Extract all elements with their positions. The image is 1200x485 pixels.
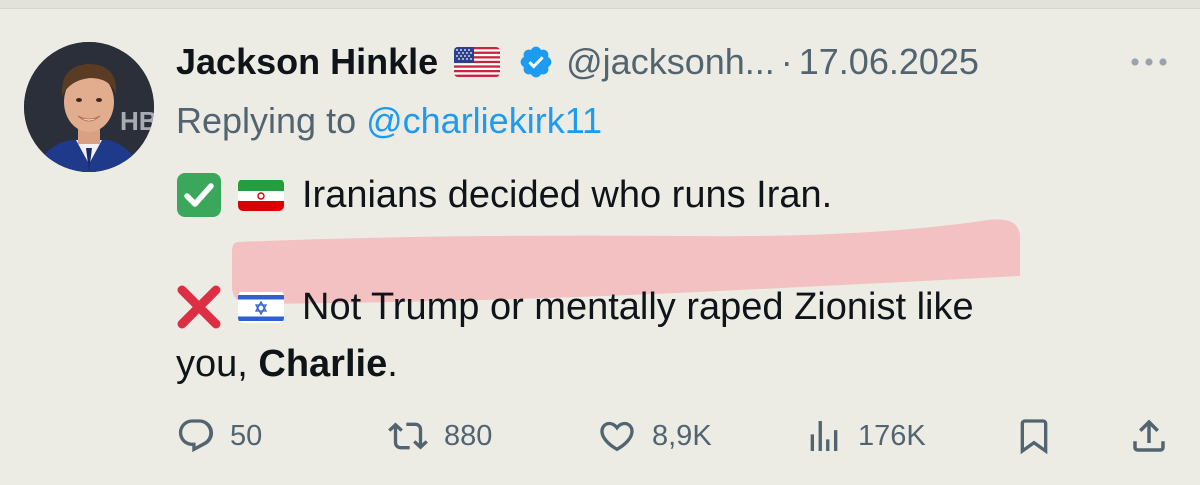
- share-icon: [1133, 419, 1165, 452]
- reply-mention-link[interactable]: @charliekirk11: [366, 100, 602, 141]
- tweet-text-line-1: Iranians decided who runs Iran.: [302, 173, 833, 216]
- like-count: 8,9K: [652, 419, 712, 452]
- cross-mark-icon: [176, 284, 222, 330]
- check-mark-button-icon: [176, 172, 222, 218]
- iran-flag-icon: [238, 179, 284, 211]
- svg-text:HB: HB: [120, 106, 154, 136]
- verified-badge-icon[interactable]: [518, 44, 554, 80]
- retweet-count: 880: [444, 419, 493, 452]
- replying-to-label: Replying to: [176, 100, 367, 141]
- retweet-button[interactable]: 880: [386, 412, 492, 460]
- like-button[interactable]: 8,9K: [596, 412, 712, 460]
- tweet-header: Jackson Hinkle @jacksonh... · 17.06.2025: [176, 36, 979, 88]
- tweet-text-bold-name: Charlie: [258, 342, 388, 385]
- share-button[interactable]: [1128, 412, 1170, 460]
- heart-icon: [600, 421, 634, 452]
- reply-button[interactable]: 50: [176, 412, 262, 460]
- more-options-icon[interactable]: [1126, 44, 1172, 80]
- views-button[interactable]: 176K: [804, 412, 926, 460]
- action-bar: 50 880 8,9K 176K: [176, 412, 1176, 460]
- views-count: 176K: [858, 419, 926, 452]
- views-chart-icon: [810, 421, 838, 451]
- reply-count: 50: [230, 419, 263, 452]
- avatar[interactable]: HB: [24, 42, 154, 172]
- tweet-text-line-2: Not Trump or mentally raped Zionist like: [302, 285, 974, 328]
- tweet-date[interactable]: 17.06.2025: [799, 41, 979, 83]
- tweet-line-1: Iranians decided who runs Iran.: [176, 170, 832, 220]
- retweet-icon: [388, 422, 428, 450]
- tweet-text-line-3-start: you,: [176, 342, 259, 385]
- top-divider: [0, 0, 1200, 9]
- bookmark-button[interactable]: [1014, 412, 1054, 460]
- tweet-text-line-3-end: .: [387, 342, 398, 385]
- us-flag-icon: [454, 47, 501, 77]
- bookmark-icon: [1020, 419, 1048, 455]
- replying-to: Replying to @charliekirk11: [176, 100, 602, 142]
- tweet-line-3: you, Charlie.: [176, 338, 398, 390]
- reply-icon: [178, 419, 214, 453]
- israel-flag-icon: [238, 291, 284, 323]
- author-handle[interactable]: @jacksonh...: [566, 41, 775, 83]
- tweet-line-2: Not Trump or mentally raped Zionist like: [176, 282, 974, 332]
- author-name[interactable]: Jackson Hinkle: [176, 41, 438, 83]
- separator-dot: ·: [780, 41, 793, 82]
- avatar-photo: HB: [24, 42, 154, 172]
